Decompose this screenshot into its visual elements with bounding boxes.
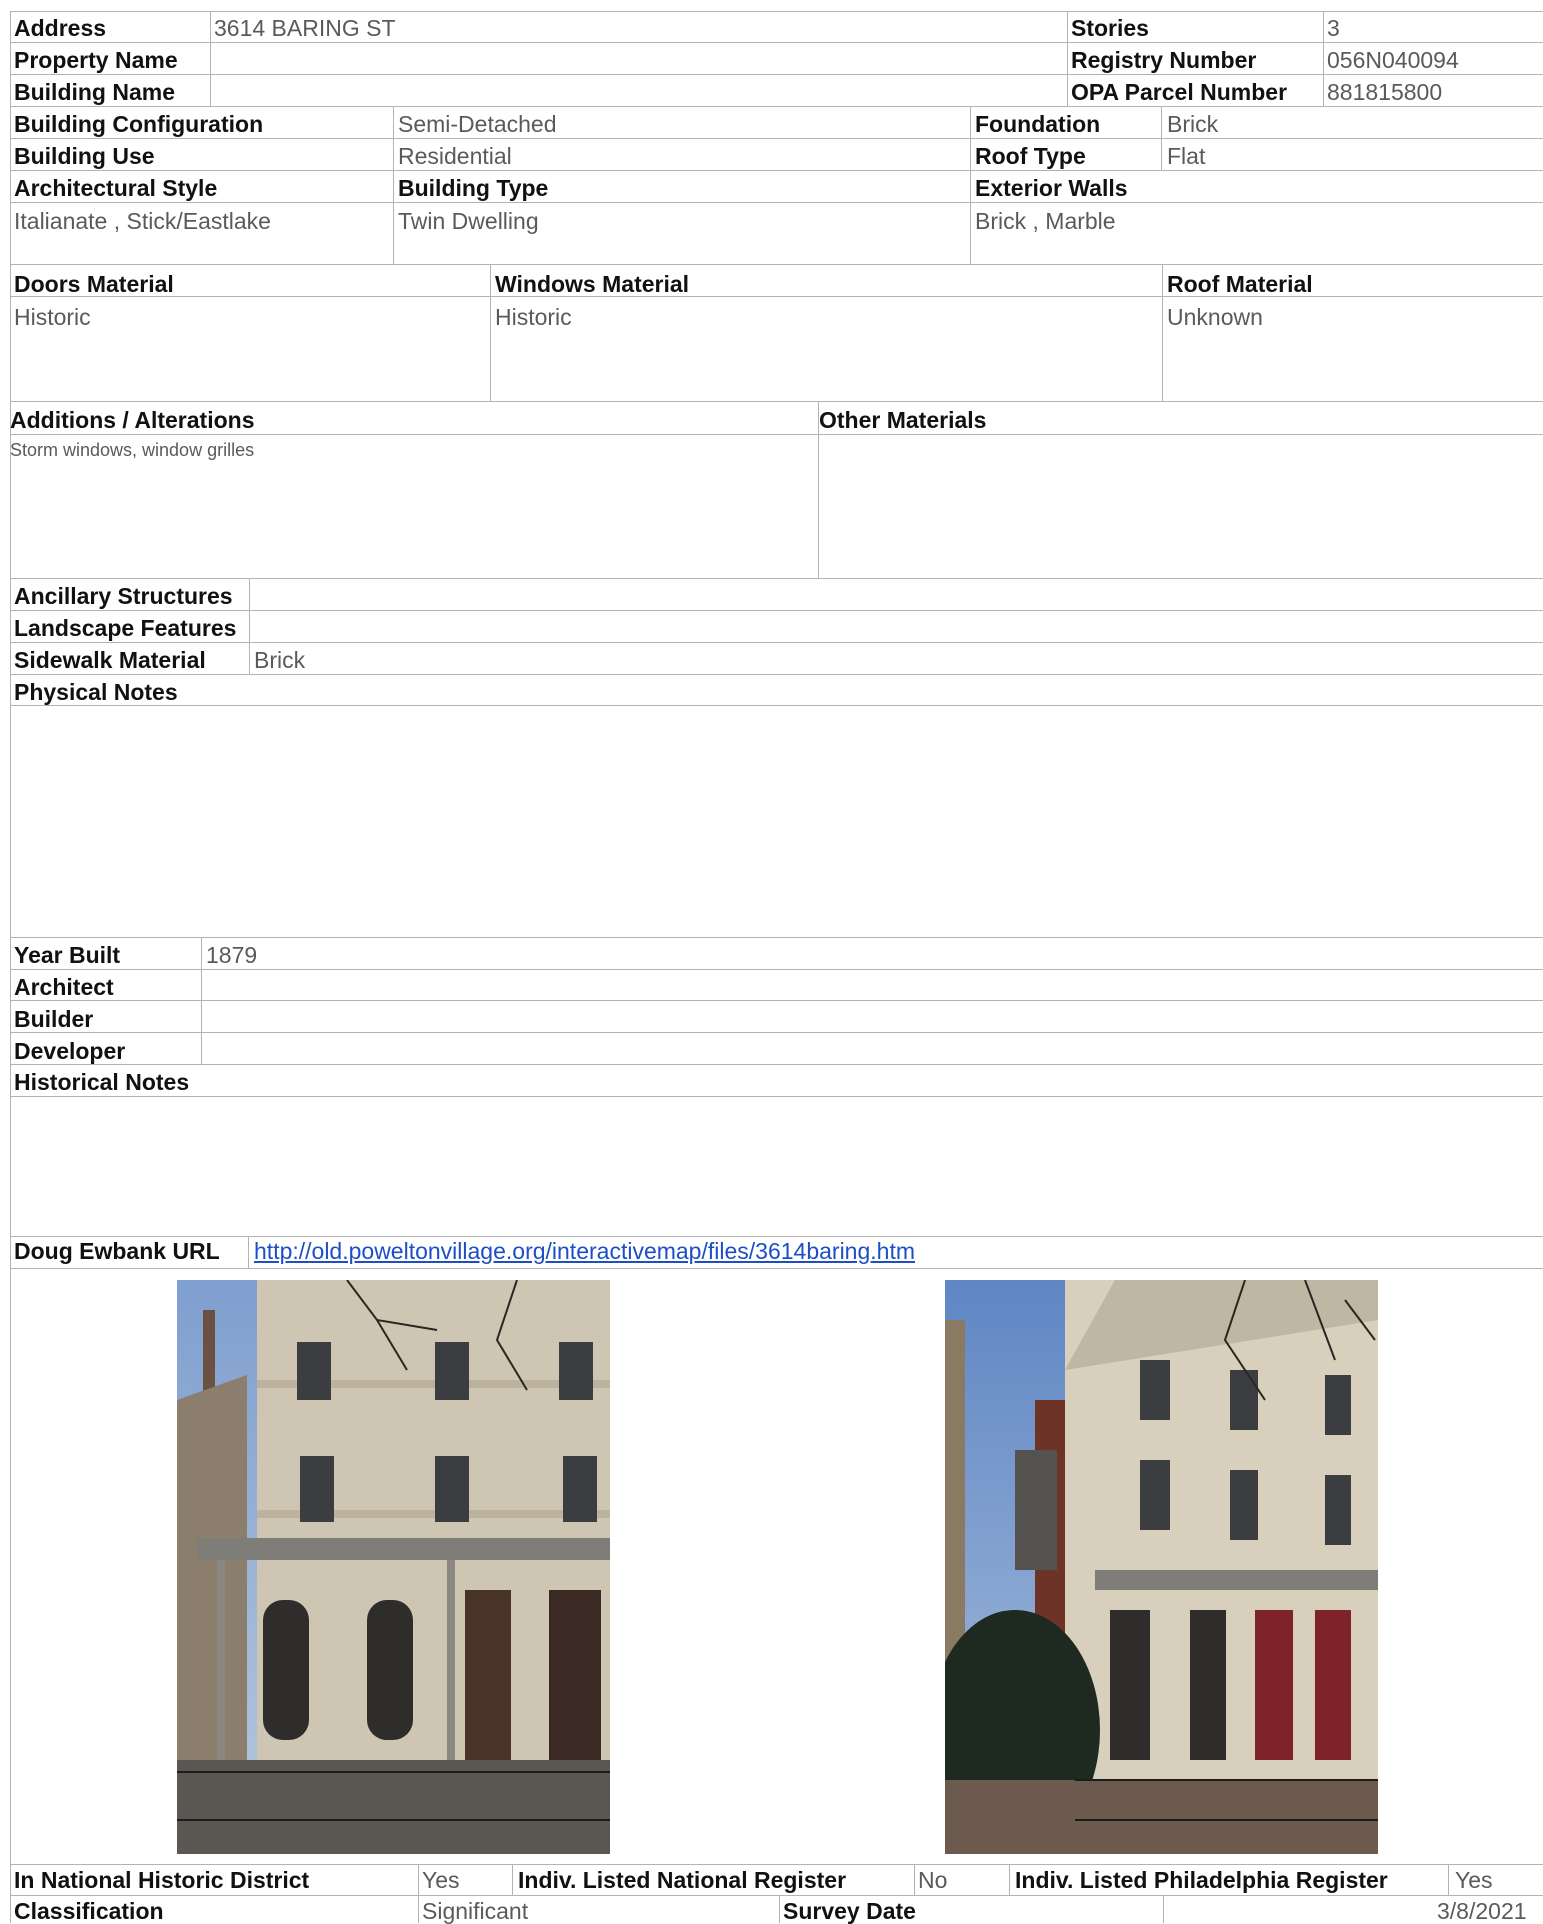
stories-value: 3 [1327,15,1340,41]
building-photo-side [945,1280,1378,1854]
builder-label: Builder [14,1006,94,1032]
landscape-label: Landscape Features [14,615,237,641]
year-built-value: 1879 [206,942,258,968]
building-name-label: Building Name [14,79,176,105]
address-value: 3614 BARING ST [214,15,396,41]
exterior-walls-value: Brick , Marble [975,208,1116,234]
opa-parcel-value: 881815800 [1327,79,1443,105]
foundation-label: Foundation [975,111,1101,137]
sidewalk-value: Brick [254,647,306,673]
ancillary-label: Ancillary Structures [14,583,233,609]
foundation-value: Brick [1167,111,1219,137]
national-register-label: Indiv. Listed National Register [518,1867,847,1893]
property-name-label: Property Name [14,47,178,73]
building-config-value: Semi-Detached [398,111,557,137]
survey-date-label: Survey Date [783,1898,916,1924]
national-district-value: Yes [422,1867,460,1893]
historical-notes-label: Historical Notes [14,1069,190,1095]
arch-style-value: Italianate , Stick/Eastlake [14,208,271,234]
opa-parcel-label: OPA Parcel Number [1071,79,1288,105]
building-photo-front [177,1280,610,1854]
sidewalk-label: Sidewalk Material [14,647,206,673]
stories-label: Stories [1071,15,1149,41]
windows-material-label: Windows Material [495,271,690,297]
architect-label: Architect [14,974,114,1000]
philadelphia-register-value: Yes [1455,1867,1493,1893]
philadelphia-register-label: Indiv. Listed Philadelphia Register [1015,1867,1388,1893]
arch-style-label: Architectural Style [14,175,218,201]
roof-material-value: Unknown [1167,304,1263,330]
physical-notes-label: Physical Notes [14,679,178,705]
registry-number-value: 056N040094 [1327,47,1459,73]
survey-date-value: 3/8/2021 [1437,1898,1527,1924]
address-label: Address [14,15,107,41]
classification-label: Classification [14,1898,164,1924]
ewbank-url-label: Doug Ewbank URL [14,1238,220,1264]
classification-value: Significant [422,1898,529,1924]
exterior-walls-label: Exterior Walls [975,175,1128,201]
building-use-label: Building Use [14,143,155,169]
roof-material-label: Roof Material [1167,271,1313,297]
ewbank-url-link[interactable]: http://old.poweltonvillage.org/interacti… [254,1240,915,1263]
doors-material-label: Doors Material [14,271,174,297]
developer-label: Developer [14,1038,126,1064]
registry-number-label: Registry Number [1071,47,1257,73]
doors-material-value: Historic [14,304,91,330]
building-use-value: Residential [398,143,512,169]
additions-label: Additions / Alterations [10,407,255,433]
building-config-label: Building Configuration [14,111,264,137]
national-register-value: No [918,1867,948,1893]
roof-type-label: Roof Type [975,143,1086,169]
building-type-label: Building Type [398,175,549,201]
building-type-value: Twin Dwelling [398,208,539,234]
windows-material-value: Historic [495,304,572,330]
other-materials-label: Other Materials [819,407,987,433]
national-district-label: In National Historic District [14,1867,310,1893]
year-built-label: Year Built [14,942,121,968]
roof-type-value: Flat [1167,143,1206,169]
additions-value: Storm windows, window grilles [10,440,255,460]
